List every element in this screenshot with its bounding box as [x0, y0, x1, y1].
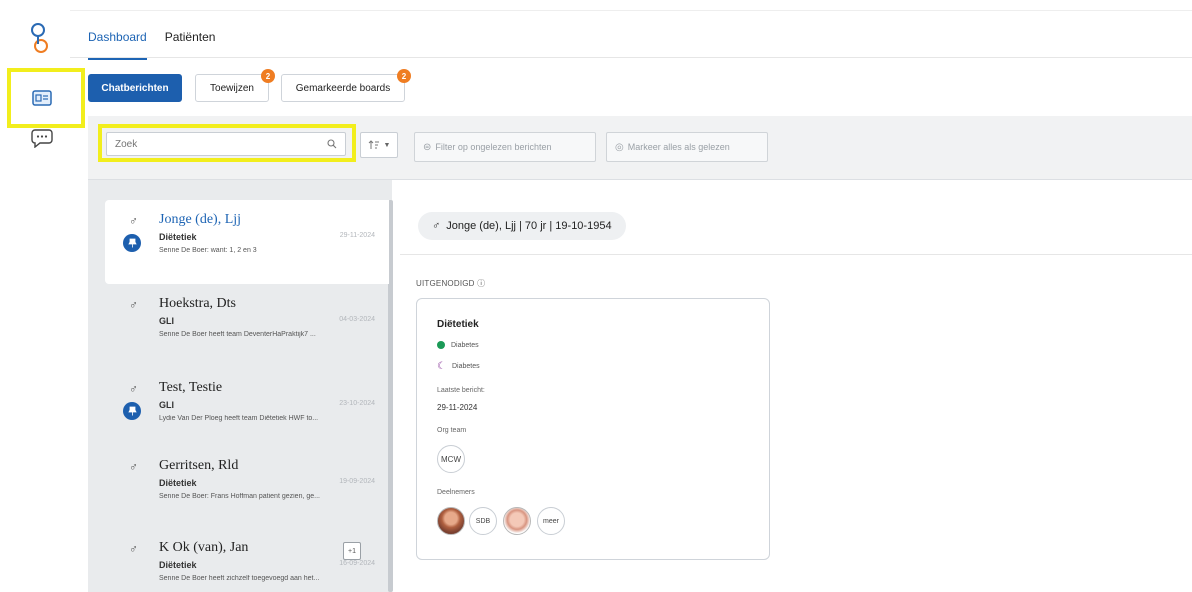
mark-all-read-button[interactable]: ◎ Markeer alles als gelezen	[606, 132, 768, 162]
board-tag-row: ☾ Diabetes	[437, 361, 480, 372]
board-tag: Diabetes	[451, 363, 480, 370]
moon-icon: ☾	[437, 361, 446, 372]
male-icon: ♂	[129, 298, 138, 312]
status-dot-icon	[437, 341, 445, 349]
filter-icon: ⊜	[423, 141, 432, 153]
patient-date: 19-09-2024	[339, 478, 375, 485]
extra-count-badge: +1	[343, 542, 361, 560]
left-rail	[0, 0, 85, 592]
patient-last-message: Senne De Boer heeft team DeventerHaPrakt…	[159, 331, 316, 338]
list-item[interactable]: ♂ Hoekstra, Dts GLI 04-03-2024 Senne De B…	[105, 284, 389, 368]
tab-patients[interactable]: Patiënten	[165, 28, 216, 60]
search-input[interactable]	[115, 138, 327, 150]
patient-last-message: Senne De Boer: want: 1, 2 en 3	[159, 247, 257, 254]
invited-heading: UITGENODIGD ⓘ	[416, 278, 485, 289]
male-icon: ♂	[432, 220, 441, 232]
patient-last-message: Lydie Van Der Ploeg heeft team Diëtetiek…	[159, 415, 319, 422]
patient-care-type: GLI	[159, 316, 174, 326]
list-item[interactable]: ♂ Jonge (de), Ljj Diëtetiek 29-11-2024 Se…	[105, 200, 389, 284]
male-icon: ♂	[129, 542, 138, 556]
app-logo-icon	[31, 23, 48, 53]
rail-dashboard-button[interactable]	[28, 84, 56, 112]
chevron-down-icon: ▼	[383, 141, 391, 149]
invited-label: UITGENODIGD	[416, 279, 475, 288]
list-item[interactable]: ♂ +1 K Ok (van), Jan Diëtetiek 16-09-2024…	[105, 528, 389, 592]
sort-dropdown[interactable]: ▼	[360, 132, 398, 158]
patient-name: Gerritsen, Rld	[159, 458, 239, 473]
tabs-divider	[70, 57, 1192, 58]
dashboard-card-icon	[32, 90, 52, 106]
last-message-label: Laatste bericht:	[437, 387, 485, 394]
pin-icon[interactable]	[123, 234, 141, 252]
mark-all-read-label: Markeer alles als gelezen	[627, 142, 730, 152]
patient-header-text: Jonge (de), Ljj | 70 jr | 19-10-1954	[446, 220, 612, 232]
marked-boards-button[interactable]: Gemarkeerde boards 2	[281, 69, 411, 102]
patient-date: 04-03-2024	[339, 316, 375, 323]
chat-messages-button[interactable]: Chatberichten	[88, 74, 182, 102]
assign-button[interactable]: Toewijzen 2	[195, 69, 275, 102]
member-avatar-photo	[503, 507, 531, 535]
top-divider	[0, 10, 1192, 11]
male-icon: ♂	[129, 382, 138, 396]
more-members-button[interactable]: meer	[537, 507, 565, 535]
members-label: Deelnemers	[437, 489, 475, 496]
search-icon	[327, 139, 337, 149]
org-team-label: Org team	[437, 427, 467, 434]
org-team-avatar: MCW	[437, 445, 465, 473]
board-tag-row: Diabetes	[437, 341, 479, 349]
patient-header-chip: ♂ Jonge (de), Ljj | 70 jr | 19-10-1954	[418, 212, 626, 240]
last-message-date: 29-11-2024	[437, 403, 478, 412]
patient-care-type: GLI	[159, 400, 174, 410]
pin-icon[interactable]	[123, 402, 141, 420]
assign-label: Toewijzen	[210, 82, 254, 94]
patient-name: Hoekstra, Dts	[159, 296, 236, 311]
male-icon: ♂	[129, 460, 138, 474]
member-avatar-initials: SDB	[469, 507, 497, 535]
patient-care-type: Diëtetiek	[159, 560, 197, 570]
board-tag: Diabetes	[451, 341, 479, 349]
detail-divider	[400, 254, 1192, 255]
patient-last-message: Senne De Boer heeft zichzelf toegevoegd …	[159, 575, 320, 582]
marked-count-badge: 2	[397, 69, 411, 83]
patient-date: 23-10-2024	[339, 400, 375, 407]
board-title: Diëtetiek	[437, 319, 479, 330]
filter-unread-label: Filter op ongelezen berichten	[435, 142, 552, 152]
patient-name: Jonge (de), Ljj	[159, 212, 242, 227]
patient-care-type: Diëtetiek	[159, 478, 197, 488]
patient-date: 29-11-2024	[339, 232, 375, 239]
chat-messages-label: Chatberichten	[101, 82, 169, 94]
app-root: Dashboard Patiënten Chatberichten Toewij…	[0, 0, 1192, 592]
patient-care-type: Diëtetiek	[159, 232, 197, 242]
marked-boards-label: Gemarkeerde boards	[295, 82, 391, 94]
info-icon[interactable]: ⓘ	[477, 279, 485, 288]
list-item[interactable]: ♂ Test, Testie GLI 23-10-2024 Lydie Van D…	[105, 368, 389, 452]
search-box	[106, 132, 346, 156]
assign-count-badge: 2	[261, 69, 275, 83]
chat-bubble-icon	[31, 129, 53, 148]
male-icon: ♂	[129, 214, 138, 228]
main-tabs: Dashboard Patiënten	[88, 28, 215, 60]
member-avatar-photo	[437, 507, 465, 535]
tab-dashboard[interactable]: Dashboard	[88, 28, 147, 60]
patient-name: Test, Testie	[159, 380, 223, 395]
filter-unread-button[interactable]: ⊜ Filter op ongelezen berichten	[414, 132, 596, 162]
list-item[interactable]: ♂ Gerritsen, Rld Diëtetiek 19-09-2024 Sen…	[105, 446, 389, 530]
rail-chat-button[interactable]	[28, 124, 56, 152]
sort-icon	[368, 140, 379, 149]
patient-last-message: Senne De Boer: Frans Hoffman patient gez…	[159, 493, 320, 500]
patient-date: 16-09-2024	[339, 560, 375, 567]
board-card[interactable]: Diëtetiek Diabetes ☾ Diabetes Laatste be…	[416, 298, 770, 560]
eye-off-icon: ◎	[615, 141, 624, 153]
